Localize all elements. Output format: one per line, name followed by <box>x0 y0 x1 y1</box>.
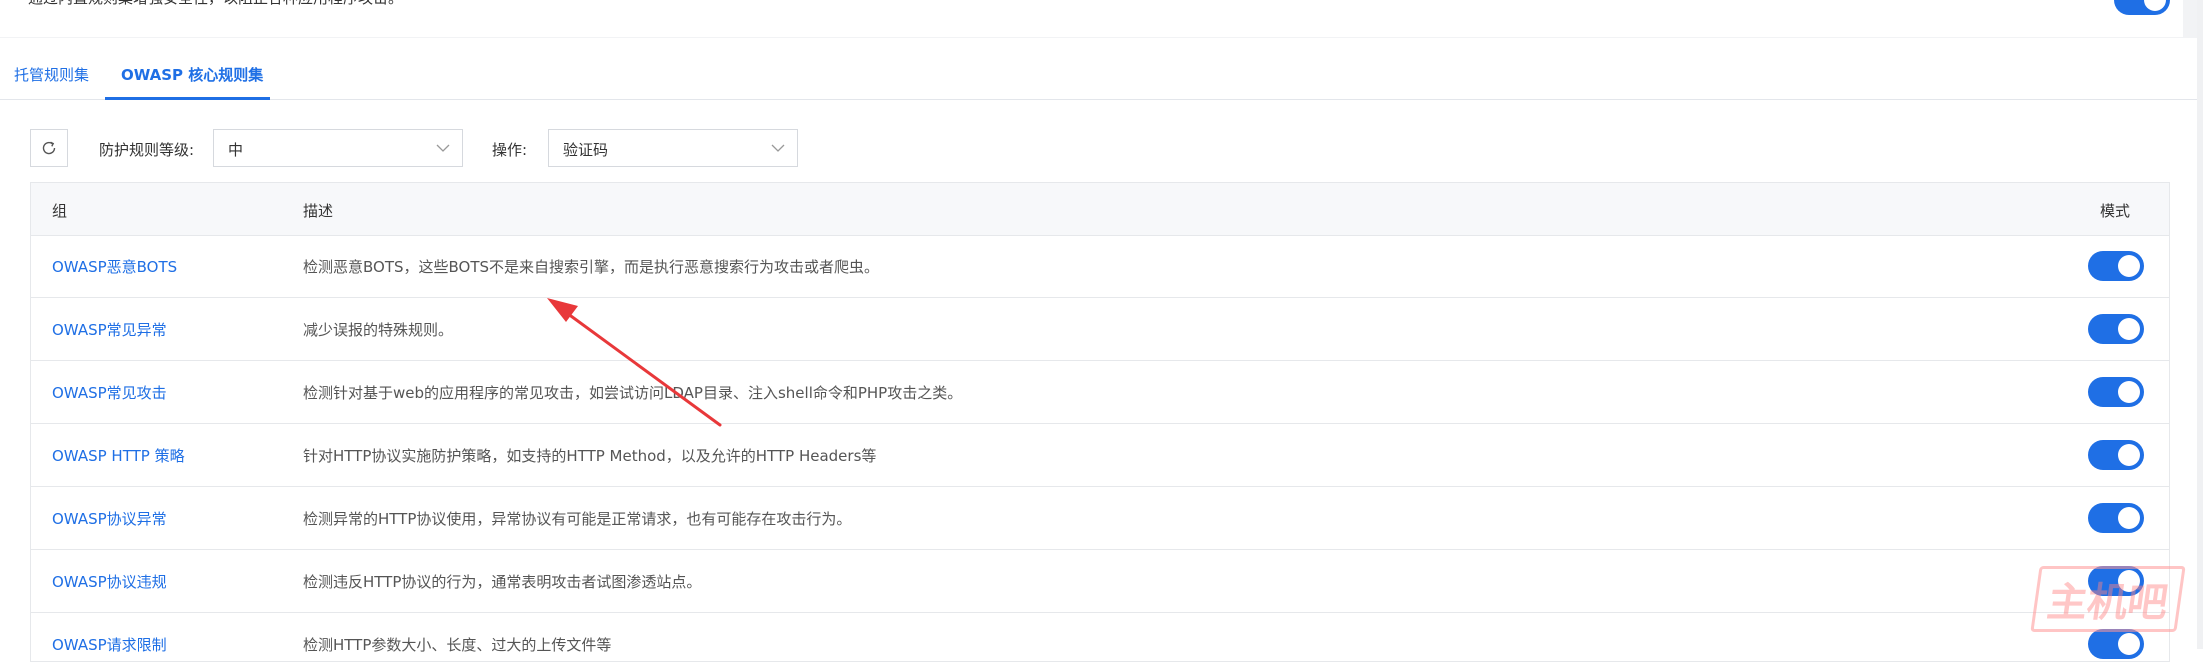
tab-owasp-core-ruleset[interactable]: OWASP 核心规则集 <box>121 64 263 85</box>
toggle-knob <box>2118 633 2140 655</box>
group-link[interactable]: OWASP恶意BOTS <box>52 256 177 277</box>
active-tab-indicator <box>105 97 270 100</box>
group-link[interactable]: OWASP请求限制 <box>52 634 167 655</box>
chevron-down-icon <box>436 144 450 152</box>
mode-toggle[interactable] <box>2088 377 2144 407</box>
tab-bar: 托管规则集 OWASP 核心规则集 <box>0 52 2203 100</box>
toggle-knob <box>2118 381 2140 403</box>
ruleset-toggle[interactable] <box>2114 0 2170 15</box>
group-link[interactable]: OWASP协议违规 <box>52 571 167 592</box>
watermark-text: 主机吧 <box>2044 580 2171 626</box>
group-description: 检测违反HTTP协议的行为，通常表明攻击者试图渗透站点。 <box>303 573 702 591</box>
toggle-knob <box>2118 255 2140 277</box>
group-description: 检测异常的HTTP协议使用，异常协议有可能是正常请求，也有可能存在攻击行为。 <box>303 510 852 528</box>
table-row: OWASP常见攻击 检测针对基于web的应用程序的常见攻击，如尝试访问LDAP目… <box>31 361 2169 424</box>
table-row: OWASP HTTP 策略 针对HTTP协议实施防护策略，如支持的HTTP Me… <box>31 424 2169 487</box>
group-link[interactable]: OWASP常见攻击 <box>52 382 167 403</box>
watermark-logo: 主机吧 <box>2030 566 2186 632</box>
refresh-icon <box>42 141 56 155</box>
header-mode: 模式 <box>2100 202 2131 220</box>
header-description: 描述 <box>303 202 334 220</box>
action-select[interactable]: 验证码 <box>548 129 798 167</box>
action-label: 操作: <box>492 141 528 159</box>
top-card: 通过内置规则集增强安全性，以阻止各种应用程序攻击。 <box>0 0 2183 37</box>
mode-toggle[interactable] <box>2088 503 2144 533</box>
table-row: OWASP常见异常 减少误报的特殊规则。 <box>31 298 2169 361</box>
toggle-knob <box>2118 507 2140 529</box>
toggle-knob <box>2118 444 2140 466</box>
group-description: 针对HTTP协议实施防护策略，如支持的HTTP Method，以及允许的HTTP… <box>303 447 877 465</box>
mode-toggle[interactable] <box>2088 440 2144 470</box>
table-header: 组 描述 模式 <box>31 183 2169 236</box>
group-description: 减少误报的特殊规则。 <box>303 321 454 339</box>
group-link[interactable]: OWASP协议异常 <box>52 508 167 529</box>
toggle-knob <box>2118 318 2140 340</box>
mode-toggle[interactable] <box>2088 314 2144 344</box>
scrollbar[interactable] <box>2197 0 2203 649</box>
protection-level-value: 中 <box>228 141 244 159</box>
group-description: 检测针对基于web的应用程序的常见攻击，如尝试访问LDAP目录、注入shell命… <box>303 384 963 402</box>
ruleset-description: 通过内置规则集增强安全性，以阻止各种应用程序攻击。 <box>28 0 403 8</box>
header-group: 组 <box>52 202 68 220</box>
table-row: OWASP协议异常 检测异常的HTTP协议使用，异常协议有可能是正常请求，也有可… <box>31 487 2169 550</box>
rules-table: 组 描述 模式 OWASP恶意BOTS 检测恶意BOTS，这些BOTS不是来自搜… <box>30 182 2170 662</box>
action-value: 验证码 <box>563 141 609 159</box>
mode-toggle[interactable] <box>2088 251 2144 281</box>
table-row: OWASP请求限制 检测HTTP参数大小、长度、过大的上传文件等 <box>31 613 2169 661</box>
mode-toggle[interactable] <box>2088 629 2144 659</box>
protection-level-select[interactable]: 中 <box>213 129 463 167</box>
toggle-knob <box>2144 0 2166 11</box>
group-description: 检测HTTP参数大小、长度、过大的上传文件等 <box>303 636 612 654</box>
table-row: OWASP恶意BOTS 检测恶意BOTS，这些BOTS不是来自搜索引擎，而是执行… <box>31 235 2169 298</box>
group-description: 检测恶意BOTS，这些BOTS不是来自搜索引擎，而是执行恶意搜索行为攻击或者爬虫… <box>303 258 880 276</box>
chevron-down-icon <box>771 144 785 152</box>
refresh-button[interactable] <box>30 129 68 167</box>
group-link[interactable]: OWASP HTTP 策略 <box>52 445 185 466</box>
table-row: OWASP协议违规 检测违反HTTP协议的行为，通常表明攻击者试图渗透站点。 <box>31 550 2169 613</box>
protection-level-label: 防护规则等级: <box>99 141 195 159</box>
group-link[interactable]: OWASP常见异常 <box>52 319 167 340</box>
tab-managed-rulesets[interactable]: 托管规则集 <box>14 64 89 85</box>
